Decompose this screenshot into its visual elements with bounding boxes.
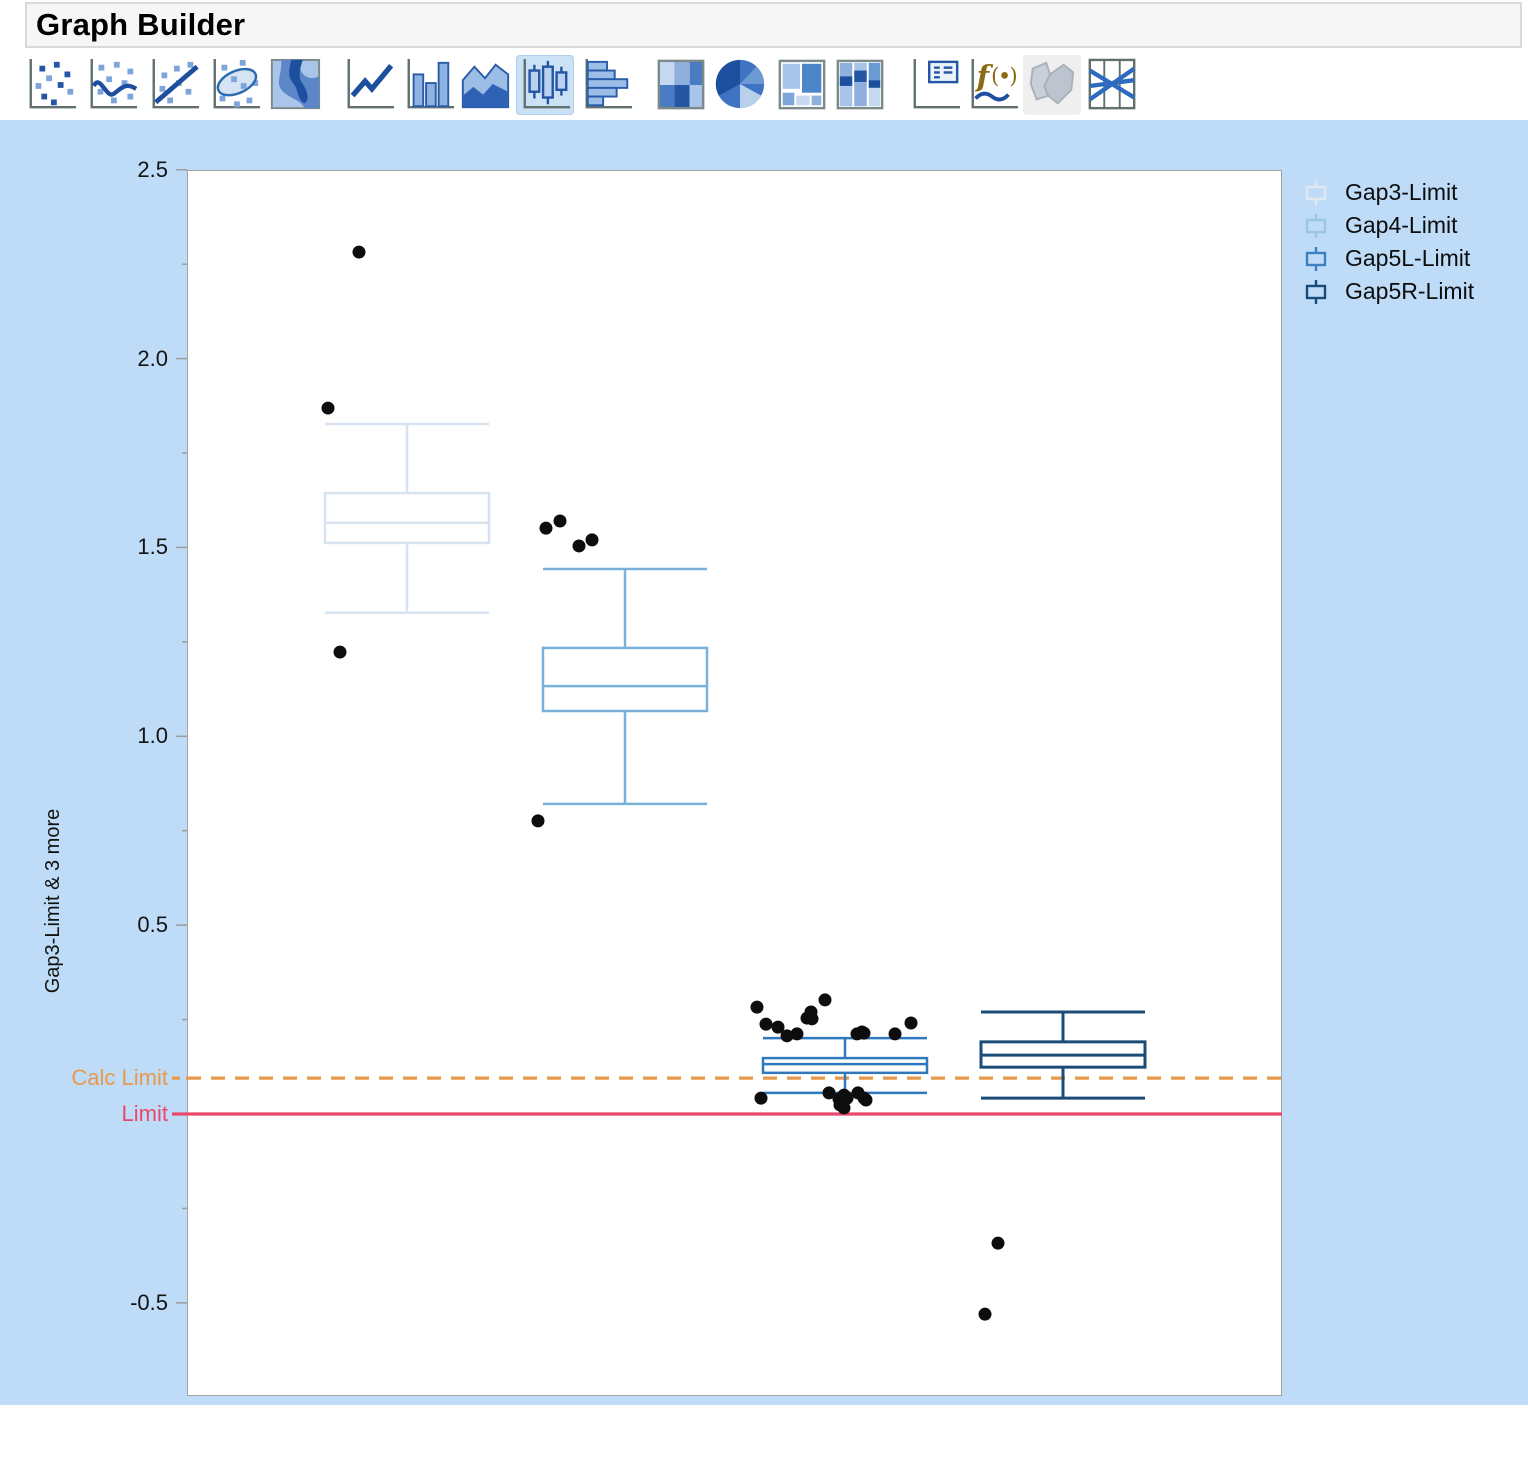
caption-box-icon[interactable] — [906, 55, 964, 115]
legend-item-label: Gap5R-Limit — [1345, 278, 1475, 304]
boxplot-glyph-icon — [1305, 213, 1327, 238]
legend: Gap3-Limit Gap4-Limit Gap5L-Limit Gap5R-Lim… — [1302, 176, 1474, 308]
legend-item-label: Gap5L-Limit — [1345, 245, 1471, 271]
boxplot-glyph-icon — [1305, 279, 1327, 304]
y-tick-label: 2.5 — [137, 156, 168, 182]
y-tick-label: 1.0 — [137, 723, 168, 749]
line-of-fit-icon[interactable] — [145, 55, 203, 115]
mosaic-plot-icon[interactable] — [831, 55, 889, 115]
legend-item-Gap5L-Limit[interactable]: Gap5L-Limit — [1302, 242, 1474, 275]
window-title-bar: Graph Builder — [25, 2, 1522, 48]
smoother-icon[interactable] — [83, 55, 141, 115]
area-chart-icon[interactable] — [456, 55, 514, 115]
y-axis-title: Gap3-Limit & 3 more — [42, 808, 64, 994]
treemap-icon[interactable] — [773, 55, 831, 115]
y-tick-label: 2.0 — [137, 345, 168, 371]
page-title: Graph Builder — [36, 7, 246, 42]
graph-type-toolbar: f ( ) — [0, 52, 1528, 120]
scatter-icon[interactable] — [22, 55, 80, 115]
boxplot-glyph-icon — [1305, 246, 1327, 271]
legend-item-label: Gap4-Limit — [1345, 212, 1458, 238]
formula-icon[interactable]: f ( ) — [964, 55, 1022, 115]
legend-item-label: Gap3-Limit — [1345, 179, 1458, 205]
y-tick-label: 0.5 — [137, 912, 168, 938]
boxplot-glyph-icon — [1305, 180, 1327, 205]
pie-chart-icon[interactable] — [711, 55, 769, 115]
legend-item-Gap4-Limit[interactable]: Gap4-Limit — [1302, 209, 1474, 242]
parallel-plot-icon[interactable] — [1083, 55, 1141, 115]
ellipse-icon[interactable] — [206, 55, 264, 115]
reference-line-label: Calc Limit — [71, 1065, 168, 1091]
legend-item-Gap5R-Limit[interactable]: Gap5R-Limit — [1302, 275, 1474, 308]
svg-text:(: ( — [991, 64, 999, 89]
y-tick-label: 1.5 — [137, 534, 168, 560]
graph-builder-window: { "window": { "title": "Graph Builder" }… — [0, 0, 1528, 1464]
heatmap-icon[interactable] — [652, 55, 710, 115]
line-chart-icon[interactable] — [340, 55, 398, 115]
histogram-icon[interactable] — [578, 55, 636, 115]
plot-area[interactable] — [187, 170, 1282, 1396]
y-tick-label: -0.5 — [130, 1289, 168, 1315]
svg-text:): ) — [1009, 64, 1017, 89]
box-plot-icon[interactable] — [516, 55, 574, 115]
reference-line-label: Limit — [121, 1101, 168, 1126]
map-shapes-icon — [1023, 55, 1081, 115]
legend-item-Gap3-Limit[interactable]: Gap3-Limit — [1302, 176, 1474, 209]
contour-icon[interactable] — [266, 55, 324, 115]
bar-chart-icon[interactable] — [400, 55, 458, 115]
